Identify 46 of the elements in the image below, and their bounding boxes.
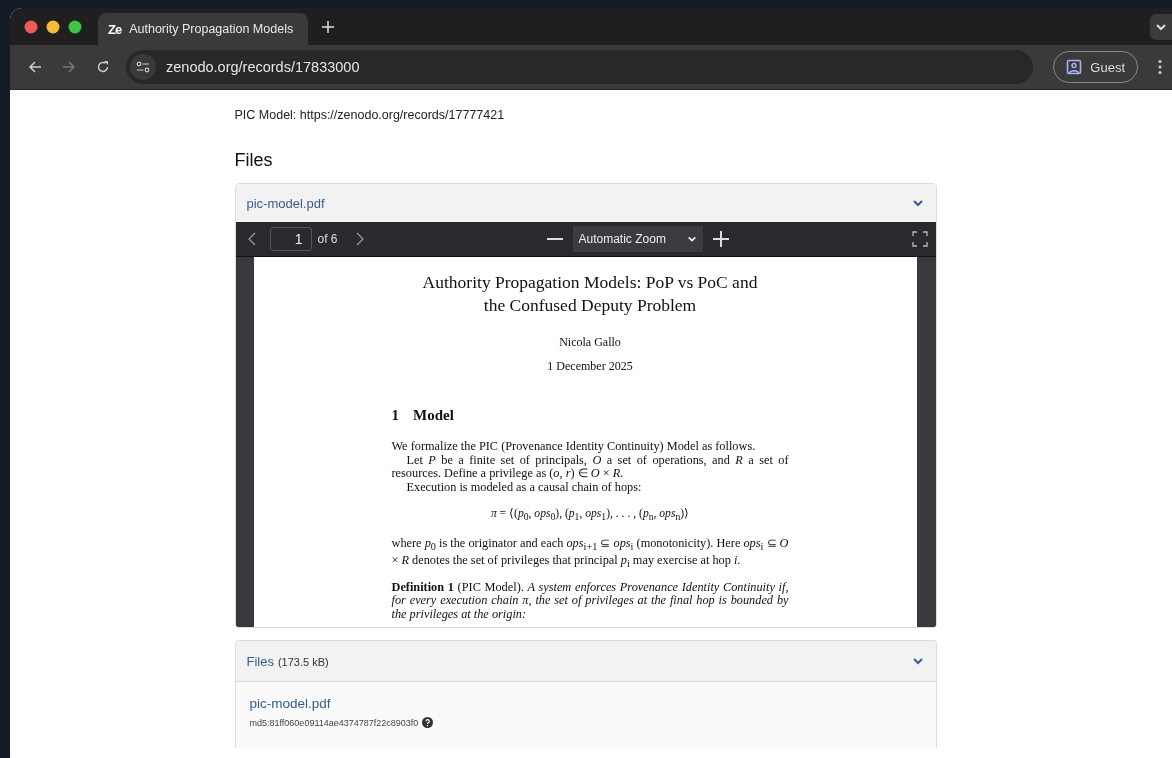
accordion-header[interactable]: Files (173.5 kB) <box>235 641 936 682</box>
forward-icon[interactable] <box>62 60 76 74</box>
address-bar[interactable]: zenodo.org/records/17833000 <box>126 50 1034 84</box>
tab-list-button[interactable] <box>1150 13 1172 40</box>
files-title: Files <box>246 654 274 669</box>
fullscreen-icon[interactable] <box>911 231 928 247</box>
description-text: PIC Model: https://zenodo.org/records/17777421 <box>234 108 506 122</box>
reload-icon[interactable] <box>96 60 110 74</box>
file-link[interactable]: pic-model.pdf <box>249 696 922 711</box>
document-title: Authority Propagation Models: PoP vs PoC and <box>421 271 759 294</box>
zoom-in-icon[interactable] <box>712 231 729 247</box>
equation: π = ⟨(p$_{0}$, ops$_{0}$), (p$_{1}$, ops$_{1}$), . . . , (p$_{n}$, ops$_{n}$)⟩ <box>489 506 691 523</box>
chevron-down-icon <box>686 234 697 244</box>
file-link[interactable]: pic-model.pdf <box>246 195 325 211</box>
paragraph: Let P be a finite set of principals, O a set of operations, and R a set of resources. Define a privilege as (o, r) ∈ O × R. <box>391 453 789 481</box>
back-icon[interactable] <box>28 60 42 74</box>
more-menu-icon[interactable] <box>1158 59 1162 75</box>
section-title: Model <box>413 407 454 423</box>
previous-page-icon[interactable] <box>247 232 256 246</box>
close-window-icon[interactable] <box>24 19 38 34</box>
zoom-dropdown[interactable]: Automatic Zoom <box>572 226 703 252</box>
section-number: 1 <box>391 407 399 423</box>
document-title: the Confused Deputy Problem <box>482 294 698 317</box>
accordion-header[interactable]: pic-model.pdf <box>235 184 936 222</box>
checksum-text: md5:81ff060e09114ae4374787f22c8903f0 <box>249 717 419 728</box>
file-size: (173.5 kB) <box>277 656 329 668</box>
paragraph: We formalize the PIC (Provenance Identity Continuity) Model as follows. <box>391 440 757 454</box>
document-date: 1 December 2025 <box>546 359 634 374</box>
next-page-icon[interactable] <box>355 232 364 246</box>
browser-tab[interactable]: Ze Authority Propagation Models <box>98 13 308 45</box>
section-heading: Files <box>234 150 274 171</box>
definition-text: Definition 1 (PIC Model). A system enforces Provenance Identity Continuity if, for every execution chain π, the set of privileges at the final hop is bounded by the privileges at the origin: <box>391 580 789 622</box>
author-name: Nicola Gallo <box>558 335 622 350</box>
help-icon[interactable] <box>422 717 434 728</box>
new-tab-icon[interactable] <box>322 20 334 33</box>
site-settings-icon[interactable] <box>136 61 150 73</box>
page-count: of 6 <box>317 232 338 246</box>
paragraph: where p$_{0}$ is the originator and each ops$_{i+1}$ ⊆ ops$_{i}$ (monotonicity). Here ops$_{i}$ ⊆ O × R denotes the set of privileges that principal p$_{i}$ may exercise at hop i. <box>391 536 789 571</box>
url-text: zenodo.org/records/17833000 <box>166 59 360 75</box>
favicon: Ze <box>108 21 122 37</box>
page-number-field[interactable]: 1 <box>269 227 312 251</box>
minimize-window-icon[interactable] <box>46 19 60 34</box>
person-icon <box>1066 59 1083 75</box>
paragraph: Execution is modeled as a causal chain of hops: <box>405 480 643 495</box>
tab-title: Authority Propagation Models <box>129 22 294 36</box>
maximize-window-icon[interactable] <box>68 19 82 34</box>
